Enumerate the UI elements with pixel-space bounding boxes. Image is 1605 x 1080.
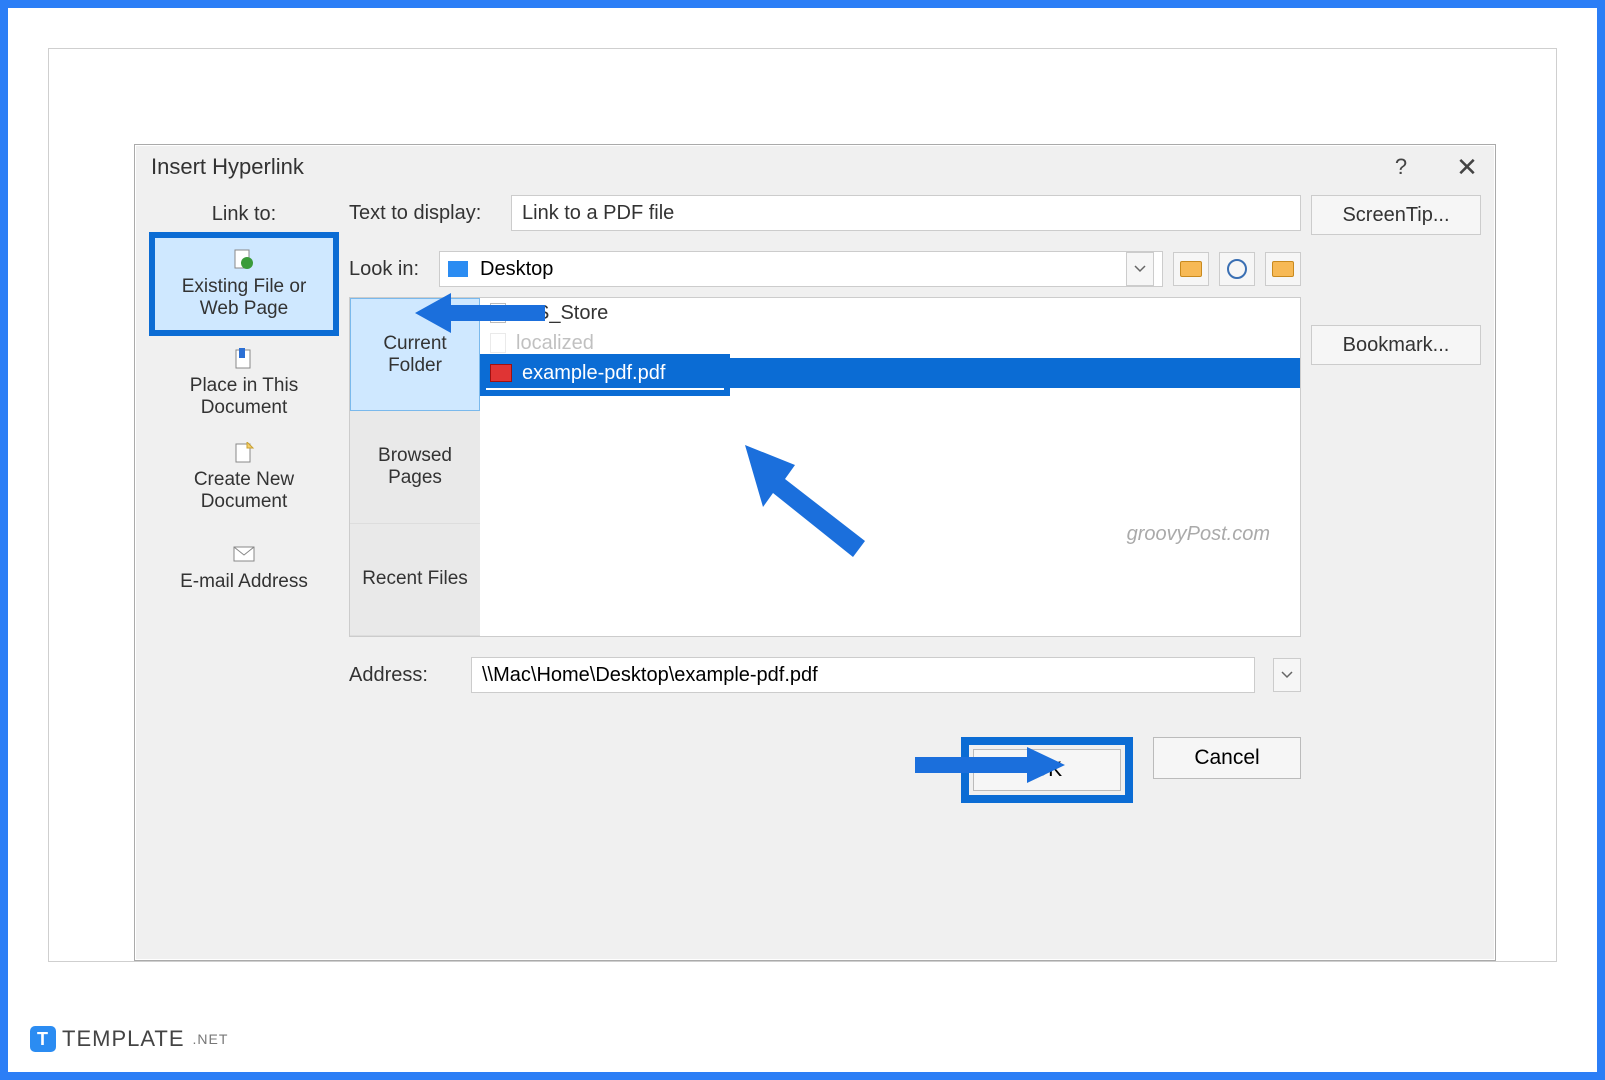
close-button[interactable]: ✕	[1453, 153, 1481, 181]
file-item-dsstore[interactable]: .DS_Store	[480, 298, 1300, 328]
address-input[interactable]: \\Mac\Home\Desktop\example-pdf.pdf	[471, 657, 1255, 693]
brand-suffix: .NET	[193, 1031, 229, 1047]
lookin-value: Desktop	[480, 258, 553, 281]
linkto-new-line2: Document	[201, 491, 288, 513]
tab-recent-files[interactable]: Recent Files	[350, 524, 480, 636]
dialog-title: Insert Hyperlink	[151, 154, 304, 180]
tab-browsed-pages[interactable]: Browsed Pages	[350, 411, 480, 523]
linkto-panel: Link to: Existing File or Web Page Place…	[149, 195, 339, 803]
folder-icon	[1272, 261, 1294, 277]
outer-frame: Insert Hyperlink ? ✕ Link to: Existing F…	[0, 0, 1605, 1080]
linkto-label: Link to:	[149, 203, 339, 226]
up-folder-button[interactable]	[1173, 252, 1209, 286]
linkto-place-line1: Place in This	[190, 375, 298, 397]
address-label: Address:	[349, 664, 459, 687]
annotation-arrow-existing	[415, 285, 555, 345]
brand-name: TEMPLATE	[62, 1026, 185, 1052]
pdf-icon	[490, 364, 512, 382]
linkto-create-new[interactable]: Create New Document	[149, 430, 339, 524]
browse-web-button[interactable]	[1219, 252, 1255, 286]
footer-buttons: OK Cancel	[349, 737, 1301, 803]
inner-wrap: Insert Hyperlink ? ✕ Link to: Existing F…	[48, 48, 1557, 962]
file-item-example-pdf[interactable]: example-pdf.pdf	[480, 358, 1300, 388]
annotation-arrow-pdf	[745, 445, 885, 565]
chevron-down-icon	[1126, 252, 1154, 286]
linkto-existing-file[interactable]: Existing File or Web Page	[149, 232, 339, 336]
linkto-place-in-doc[interactable]: Place in This Document	[149, 336, 339, 430]
linkto-email-line1: E-mail Address	[180, 571, 308, 593]
screentip-button[interactable]: ScreenTip...	[1311, 195, 1481, 235]
dialog-titlebar: Insert Hyperlink ? ✕	[135, 145, 1495, 195]
text-to-display-row: Text to display:	[349, 195, 1301, 231]
address-row: Address: \\Mac\Home\Desktop\example-pdf.…	[349, 657, 1301, 693]
watermark: groovyPost.com	[1127, 523, 1270, 546]
folder-up-icon	[1180, 261, 1202, 277]
file-name: example-pdf.pdf	[522, 362, 665, 385]
cancel-button[interactable]: Cancel	[1153, 737, 1301, 779]
text-to-display-label: Text to display:	[349, 202, 499, 225]
brand-badge-icon: T	[30, 1026, 56, 1052]
right-column: ScreenTip... Bookmark...	[1311, 195, 1481, 803]
browse-tabs: Current Folder Browsed Pages Recent File…	[350, 298, 480, 636]
text-to-display-input[interactable]	[511, 195, 1301, 231]
annotation-arrow-ok	[915, 743, 1065, 793]
new-doc-icon	[232, 441, 256, 465]
linkto-new-line1: Create New	[194, 469, 294, 491]
lookin-label: Look in:	[349, 258, 429, 281]
linkto-place-line2: Document	[201, 397, 288, 419]
help-button[interactable]: ?	[1387, 153, 1415, 181]
linkto-existing-line2: Web Page	[200, 298, 288, 320]
desktop-folder-icon	[448, 261, 468, 277]
brand-footer: T TEMPLATE .NET	[30, 1026, 228, 1052]
browse-file-button[interactable]	[1265, 252, 1301, 286]
linkto-existing-line1: Existing File or	[182, 276, 307, 298]
envelope-icon	[232, 543, 256, 567]
lookin-row: Look in: Desktop	[349, 251, 1301, 287]
lookin-dropdown[interactable]: Desktop	[439, 251, 1163, 287]
insert-hyperlink-dialog: Insert Hyperlink ? ✕ Link to: Existing F…	[134, 144, 1496, 961]
file-item-localized[interactable]: localized	[480, 328, 1300, 358]
bookmark-page-icon	[232, 347, 256, 371]
titlebar-controls: ? ✕	[1387, 153, 1481, 181]
close-icon: ✕	[1456, 152, 1478, 183]
address-value: \\Mac\Home\Desktop\example-pdf.pdf	[482, 664, 818, 687]
file-list[interactable]: .DS_Store localized example-pdf.pdf	[480, 298, 1300, 636]
globe-icon	[1227, 259, 1247, 279]
linkto-email[interactable]: E-mail Address	[149, 524, 339, 612]
bookmark-button[interactable]: Bookmark...	[1311, 325, 1481, 365]
globe-page-icon	[232, 248, 256, 272]
address-dropdown-button[interactable]	[1273, 658, 1301, 692]
